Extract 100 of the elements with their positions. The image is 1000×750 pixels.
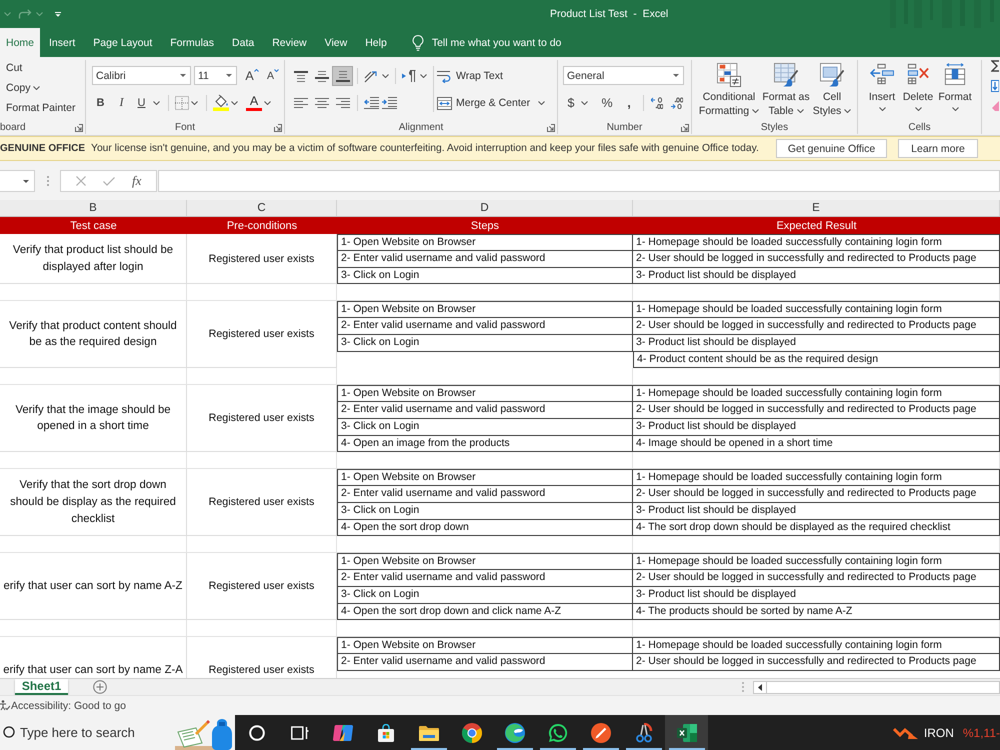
cells-button[interactable]: Format <box>937 60 973 122</box>
grow-font-button[interactable]: A <box>243 66 261 85</box>
sheet-tab[interactable]: Sheet1 <box>15 679 68 695</box>
number-format-dropdown[interactable]: General <box>563 66 684 85</box>
corner-arrow-icon[interactable] <box>681 124 689 132</box>
text-wrap-icon <box>437 70 452 82</box>
wrap-text-button[interactable]: Wrap Text <box>437 66 548 86</box>
window-title: Product List Test - Excel <box>550 8 668 20</box>
step-cell: 3- Click on Login <box>337 586 633 604</box>
caret-icon[interactable] <box>191 100 198 104</box>
dropdown-bar-icon[interactable] <box>55 12 61 16</box>
merge-center-button[interactable]: Merge & Center <box>437 93 530 113</box>
align-top-icon <box>294 70 308 82</box>
copy-button[interactable]: Copy <box>6 80 31 96</box>
ribbon-tab[interactable]: View <box>316 28 356 57</box>
caret-icon[interactable] <box>538 101 546 105</box>
column-header[interactable]: D <box>337 200 633 216</box>
align-bottom-button[interactable] <box>332 66 353 86</box>
step-cell: 2- Enter valid username and valid password <box>337 570 633 587</box>
column-header[interactable]: C <box>187 200 337 216</box>
cut-button[interactable]: Cut <box>6 60 22 76</box>
currency-button[interactable]: $ <box>563 93 579 112</box>
accessibility-status[interactable]: Accessibility: Good to go <box>11 700 126 712</box>
column-header[interactable]: E <box>633 200 1000 216</box>
stock-symbol[interactable]: IRON <box>924 726 954 740</box>
task-view-icon <box>290 724 308 740</box>
step-cell: 1- Open Website on Browser <box>337 553 633 570</box>
caret-icon[interactable] <box>264 100 271 104</box>
caret-icon <box>180 74 186 77</box>
border-grid-icon[interactable] <box>175 96 189 110</box>
expected-cell: 2- User should be logged in successfully and redirected to Products page <box>633 250 1000 268</box>
ribbon-tab[interactable]: Formulas <box>161 28 224 57</box>
italic-button[interactable]: I <box>111 93 132 112</box>
font-color-button[interactable]: A <box>246 94 262 111</box>
caret-up-icon <box>254 69 259 72</box>
corner-arrow-icon[interactable] <box>274 124 282 132</box>
accessibility-check-icon[interactable] <box>0 700 10 711</box>
corner-arrow-icon[interactable] <box>547 124 555 132</box>
expected-cell: 1- Homepage should be loaded successfully containing login form <box>633 301 1000 318</box>
folder-icon <box>418 724 438 740</box>
decimal-arrow-icon[interactable] <box>671 96 683 108</box>
bold-button[interactable]: B <box>90 93 111 112</box>
diagonal-arrow-icon <box>364 70 378 82</box>
down-arrow-box-icon[interactable] <box>991 80 999 92</box>
cells-button[interactable]: Delete <box>900 60 936 122</box>
caret-icon[interactable] <box>231 100 238 104</box>
header-cell-text: Steps <box>470 218 500 234</box>
search-icon <box>3 726 15 738</box>
caret-down-icon <box>274 69 279 72</box>
styles-button[interactable]: Conditional Formatting <box>697 60 761 122</box>
ribbon-tab[interactable]: Home <box>0 28 40 57</box>
taskbar-button[interactable] <box>665 715 708 750</box>
tell-me-field[interactable]: Tell me what you want to do <box>432 34 572 50</box>
stock-change[interactable]: %1,11- <box>962 726 1000 740</box>
caret-icon[interactable] <box>153 100 160 104</box>
font-name-dropdown[interactable]: Calibri <box>92 66 191 85</box>
expected-cell: 2- User should be logged in successfully and redirected to Products page <box>633 318 1000 335</box>
sigma-icon[interactable] <box>991 60 999 72</box>
format-painter-button[interactable]: Format Painter <box>6 100 76 116</box>
tricolor-circle-icon <box>462 722 482 742</box>
caret-icon <box>878 107 886 111</box>
ribbon-tab[interactable]: Review <box>263 28 316 57</box>
expected-cell: 2- User should be logged in successfully and redirected to Products page <box>633 402 1000 419</box>
step-cell: 3- Click on Login <box>337 418 633 436</box>
horizontal-scrollbar[interactable] <box>767 680 1000 694</box>
formula-input[interactable] <box>158 170 1000 192</box>
step-cell: 2- Enter valid username and valid password <box>337 318 633 335</box>
swirl-icon <box>504 722 524 742</box>
trend-arrow-icon[interactable] <box>892 726 919 740</box>
banner-button[interactable]: Learn more <box>898 139 978 158</box>
decimal-arrow-icon[interactable] <box>651 96 663 108</box>
banner-title: GENUINE OFFICE <box>0 143 86 154</box>
column-header[interactable]: B <box>0 200 187 216</box>
insert-function-button[interactable]: fx <box>132 173 142 189</box>
ribbon-tab[interactable]: Data <box>223 28 264 57</box>
caret-icon[interactable] <box>382 74 389 78</box>
step-cell: 2- Enter valid username and valid password <box>337 402 633 419</box>
expected-cell: 3- Product list should be displayed <box>633 334 1000 352</box>
step-cell: 1- Open Website on Browser <box>337 234 633 251</box>
lightbulb-icon[interactable] <box>412 34 424 50</box>
caret-icon[interactable] <box>420 74 427 78</box>
styles-button[interactable]: Format as Table <box>761 60 811 122</box>
scroll-left-button[interactable] <box>753 680 767 694</box>
check-icon[interactable] <box>102 176 115 186</box>
caret-icon[interactable] <box>581 100 588 104</box>
banner-button[interactable]: Get genuine Office <box>776 139 887 158</box>
underline-button[interactable]: U <box>132 93 151 112</box>
plus-circle-icon[interactable] <box>93 680 107 694</box>
corner-arrow-icon[interactable] <box>75 124 83 132</box>
shrink-font-button[interactable]: A <box>264 66 282 85</box>
paint-bucket-icon[interactable] <box>213 94 229 111</box>
ribbon-tab[interactable]: Help <box>356 28 396 57</box>
comma-style-button[interactable]: , <box>622 93 636 112</box>
cells-button[interactable]: Insert <box>865 60 899 122</box>
ribbon-tab[interactable]: Page Layout <box>84 28 162 57</box>
ribbon-tab[interactable]: Insert <box>40 28 84 57</box>
styles-button[interactable]: Cell Styles <box>811 60 853 122</box>
font-size-dropdown[interactable]: 11 <box>194 66 237 85</box>
caret-icon[interactable] <box>32 86 40 90</box>
percent-button[interactable]: % <box>598 93 616 112</box>
